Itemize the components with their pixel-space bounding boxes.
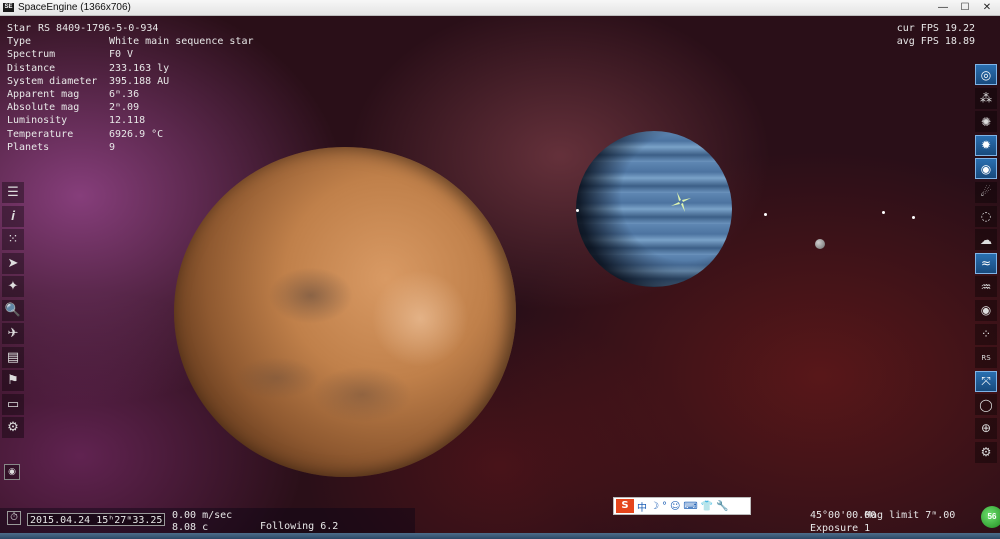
ime-item-icon[interactable]: ° (662, 501, 667, 512)
search-icon[interactable]: 🔍 (2, 299, 24, 321)
speed-readout: 0.00 m/sec 8.08 c (172, 510, 232, 534)
info-row: Planets 9 (7, 141, 254, 154)
info-value: 395.188 AU (109, 75, 170, 87)
window-controls: — ☐ ✕ (932, 0, 998, 15)
close-button[interactable]: ✕ (976, 0, 998, 15)
script-icon[interactable]: ▤ (2, 346, 24, 368)
markers-icon[interactable]: ⤧ (975, 370, 997, 392)
fps-counter: cur FPS 19.22 avg FPS 18.89 (897, 22, 975, 48)
info-row: Type White main sequence star (7, 35, 254, 48)
speed-value: 0.00 m/sec (172, 510, 233, 521)
ime-item-icon[interactable]: ☽ (650, 501, 659, 512)
ime-toolbar: S 中 ☽ ° ☺ ⌨ 👕 🔧 (613, 497, 751, 515)
object-info-panel: Star RS 8409-1796-5-0-934 Type White main… (7, 22, 254, 154)
info-row: Luminosity 12.118 (7, 114, 254, 127)
datetime-field[interactable]: 2015.04.24 15ʰ27ᵐ33.25 (27, 513, 165, 526)
time-control-icon[interactable]: ⏱ (7, 511, 21, 525)
title-bar: SE SpaceEngine (1366x706) — ☐ ✕ (0, 0, 1000, 16)
info-row: Spectrum F0 V (7, 48, 254, 61)
ime-item-icon[interactable]: 🔧 (716, 501, 728, 512)
map-icon[interactable]: ✦ (2, 276, 24, 297)
ime-item-icon[interactable]: 👕 (701, 501, 713, 512)
ime-item-icon[interactable]: ⌨ (683, 501, 697, 512)
info-label: Planets (7, 141, 50, 153)
following-status: Following 6.2 (260, 521, 339, 532)
moon-point[interactable] (764, 213, 767, 216)
info-value: F0 V (109, 49, 134, 61)
grid-icon[interactable]: ⊕ (975, 417, 997, 439)
maximize-button[interactable]: ☐ (954, 0, 976, 15)
window-title: SpaceEngine (1366x706) (18, 2, 131, 13)
constellations-icon[interactable]: ⁘ (975, 323, 997, 345)
info-label: Spectrum (7, 49, 56, 61)
info-value: 233.163 ly (109, 62, 170, 74)
nebulae-icon[interactable]: ✺ (975, 111, 997, 133)
ecliptic-icon[interactable]: ◯ (975, 394, 997, 416)
minimize-button[interactable]: — (932, 0, 954, 15)
space-viewport[interactable]: Star RS 8409-1796-5-0-934 Type White main… (0, 16, 1000, 539)
windows-taskbar (0, 533, 1000, 539)
fps-current: cur FPS 19.22 (896, 23, 975, 34)
info-value: 6926.9 °C (109, 128, 164, 140)
comets-icon[interactable]: ☄ (975, 181, 997, 203)
planets-icon[interactable]: ◉ (975, 158, 997, 180)
info-value: 6ᵐ.36 (109, 89, 140, 101)
info-row: Distance 233.163 ly (7, 62, 254, 75)
water-icon[interactable]: ≈ (975, 252, 997, 274)
tray-badge[interactable]: 56 (981, 506, 1000, 528)
ime-item-icon[interactable]: 中 (637, 499, 647, 514)
info-row: System diameter 395.188 AU (7, 75, 254, 88)
info-icon[interactable]: 𝒊 (2, 205, 24, 227)
menu-icon[interactable]: ☰ (2, 182, 24, 203)
settings-icon[interactable]: ⚙ (975, 441, 997, 463)
eye-icon[interactable]: ◉ (975, 299, 997, 321)
tours-icon[interactable]: ⚑ (2, 370, 24, 391)
stars-icon[interactable]: ✹ (975, 134, 997, 156)
clouds-icon[interactable]: ☁ (975, 229, 997, 251)
moon-point[interactable] (882, 211, 885, 214)
mag-limit: Mag limit 7ᵐ.00 (865, 510, 956, 521)
info-label: Apparent mag (7, 89, 80, 101)
app-icon: SE (3, 3, 14, 12)
small-toggle-icon[interactable]: ◉ (4, 464, 20, 480)
ime-logo-icon[interactable]: S (616, 499, 634, 513)
moon-point[interactable] (576, 209, 579, 212)
star-name: RS 8409-1796-5-0-934 (38, 23, 159, 34)
fps-average: avg FPS 18.89 (896, 36, 975, 48)
aurora-icon[interactable]: ♒ (975, 276, 997, 298)
orbits-icon[interactable]: ◌ (975, 205, 997, 227)
info-label: Luminosity (7, 115, 68, 127)
info-value: 9 (109, 141, 116, 153)
info-label: Distance (7, 62, 56, 74)
info-value: White main sequence star (109, 36, 254, 48)
ship-icon[interactable]: ✈ (2, 323, 24, 344)
selection-crosshair-icon (671, 192, 691, 212)
clusters-icon[interactable]: ⁂ (975, 87, 997, 109)
labels-icon[interactable]: RS (975, 347, 997, 369)
info-label: Type (7, 36, 32, 48)
info-row: Absolute mag 2ᵐ.09 (7, 101, 254, 114)
moon[interactable] (815, 239, 825, 249)
right-toolbar: ◎ ⁂ ✺ ✹ ◉ ☄ ◌ ☁ ≈ ♒ ◉ ⁘ RS ⤧ ◯ ⊕ ⚙ (975, 64, 999, 465)
mars-like-planet[interactable] (174, 147, 516, 477)
info-label: Temperature (7, 128, 74, 140)
star-browser-icon[interactable]: ⁙ (2, 229, 24, 250)
info-label: Star (7, 23, 32, 34)
info-row: Temperature 6926.9 °C (7, 128, 254, 141)
info-row: Apparent mag 6ᵐ.36 (7, 88, 254, 101)
info-value: 2ᵐ.09 (109, 102, 140, 114)
blue-gas-giant[interactable] (576, 131, 732, 287)
solar-system-icon[interactable]: ➤ (2, 252, 24, 274)
info-label: Absolute mag (7, 102, 80, 114)
settings-icon[interactable]: ⚙ (2, 417, 24, 438)
moon-point[interactable] (912, 216, 915, 219)
left-toolbar: ☰ 𝒊 ⁙ ➤ ✦ 🔍 ✈ ▤ ⚑ ▭ ⚙ (2, 182, 26, 441)
ime-item-icon[interactable]: ☺ (670, 501, 680, 512)
info-value: 12.118 (109, 115, 146, 127)
galaxies-icon[interactable]: ◎ (975, 64, 997, 85)
info-label: System diameter (7, 75, 98, 87)
display-icon[interactable]: ▭ (2, 393, 24, 415)
info-row-star: Star RS 8409-1796-5-0-934 (7, 22, 254, 35)
